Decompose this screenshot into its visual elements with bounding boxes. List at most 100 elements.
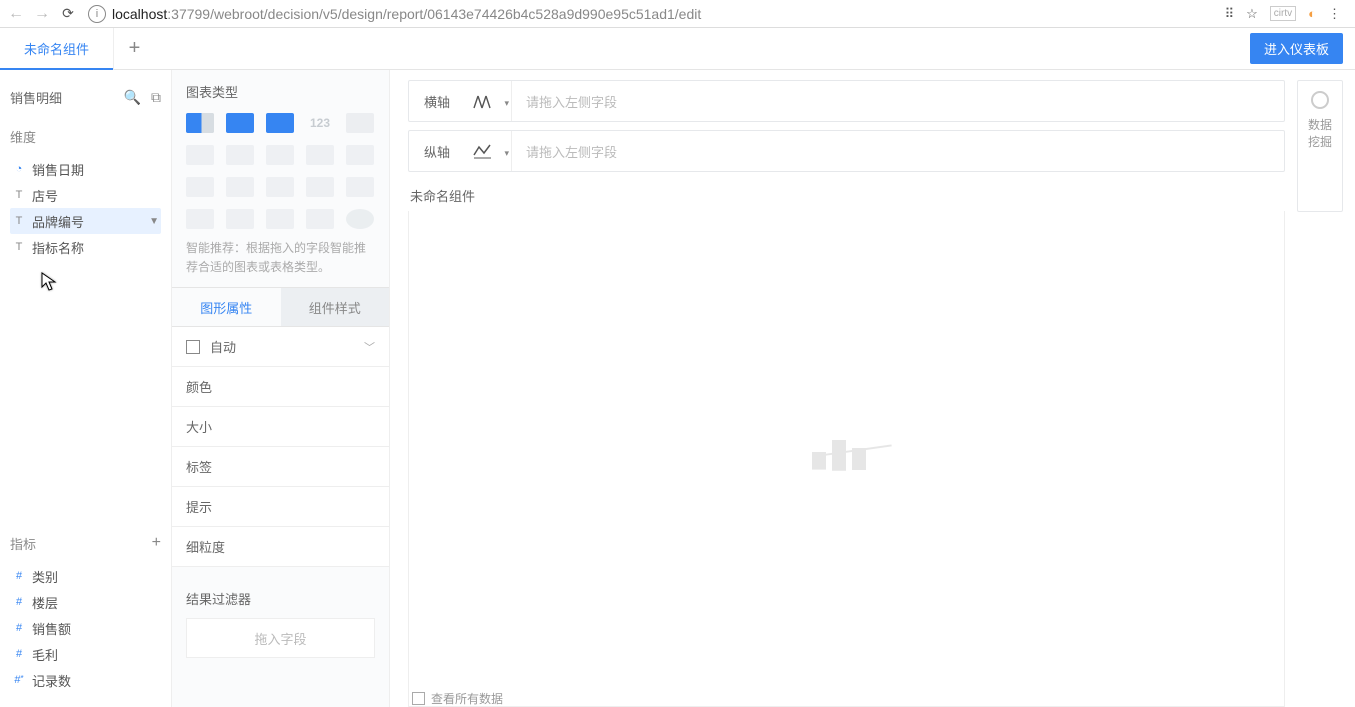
dimension-item[interactable]: T店号 bbox=[10, 182, 161, 208]
metric-item[interactable]: #类别 bbox=[10, 563, 161, 589]
search-icon[interactable]: 🔍 bbox=[124, 89, 141, 106]
menu-icon[interactable]: ⋮ bbox=[1328, 6, 1341, 22]
view-all-data[interactable]: 查看所有数据 bbox=[412, 690, 503, 707]
url-path: :37799/webroot/decision/v5/design/report… bbox=[167, 6, 701, 22]
reload-icon[interactable]: ⟳ bbox=[58, 5, 78, 22]
mining-icon bbox=[1311, 91, 1329, 109]
number-icon: # bbox=[12, 596, 26, 608]
chart-type-grid: 123 bbox=[172, 107, 389, 239]
y-axis-dropzone[interactable]: 请拖入左侧字段 bbox=[511, 131, 1284, 171]
chevron-down-icon[interactable]: ▾ bbox=[504, 148, 509, 159]
tabs-bar: 未命名组件 + 进入仪表板 bbox=[0, 28, 1355, 70]
chart-type-generic[interactable] bbox=[346, 177, 374, 197]
chart-type-generic[interactable] bbox=[266, 177, 294, 197]
browser-toolbar: ← → ⟳ i localhost:37799/webroot/decision… bbox=[0, 0, 1355, 28]
grid-icon[interactable]: ⧉ bbox=[151, 89, 161, 106]
tab-shape-properties[interactable]: 图形属性 bbox=[172, 288, 281, 326]
prop-auto[interactable]: 自动 ﹀ bbox=[172, 327, 389, 367]
x-axis-row[interactable]: 横轴 ▾ 请拖入左侧字段 bbox=[408, 80, 1285, 122]
chart-type-generic[interactable] bbox=[266, 145, 294, 165]
metric-list: #类别 #楼层 #销售额 #毛利 #*记录数 bbox=[10, 563, 161, 707]
text-icon: T bbox=[12, 215, 26, 227]
add-tab-button[interactable]: + bbox=[113, 28, 155, 70]
metric-item[interactable]: #销售额 bbox=[10, 615, 161, 641]
number-icon: #* bbox=[12, 674, 26, 686]
chart-type-generic[interactable] bbox=[186, 177, 214, 197]
chart-type-generic[interactable] bbox=[186, 209, 214, 229]
prop-color[interactable]: 颜色 bbox=[172, 367, 389, 407]
fields-panel: 销售明细 🔍 ⧉ 维度 ◔销售日期 T店号 T品牌编号▼ T指标名称 指标 + … bbox=[0, 70, 172, 707]
prop-fine[interactable]: 细粒度 bbox=[172, 527, 389, 567]
translate-icon[interactable]: ⠿ bbox=[1225, 6, 1235, 22]
property-tabs: 图形属性 组件样式 bbox=[172, 287, 389, 327]
number-icon: # bbox=[12, 570, 26, 582]
text-icon: T bbox=[12, 189, 26, 201]
square-icon bbox=[186, 340, 200, 354]
metric-item[interactable]: #楼层 bbox=[10, 589, 161, 615]
chart-type-generic[interactable] bbox=[346, 113, 374, 133]
metric-item[interactable]: #*记录数 bbox=[10, 667, 161, 693]
main-area: 销售明细 🔍 ⧉ 维度 ◔销售日期 T店号 T品牌编号▼ T指标名称 指标 + … bbox=[0, 70, 1355, 707]
checkbox-icon[interactable] bbox=[412, 692, 425, 705]
chart-type-generic[interactable] bbox=[306, 177, 334, 197]
number-icon: # bbox=[12, 622, 26, 634]
canvas-panel: 横轴 ▾ 请拖入左侧字段 纵轴 ▾ 请拖入左侧字段 未命名组件 bbox=[390, 70, 1355, 707]
chart-placeholder-icon bbox=[812, 437, 882, 481]
y-axis-row[interactable]: 纵轴 ▾ 请拖入左侧字段 bbox=[408, 130, 1285, 172]
chart-type-generic[interactable] bbox=[226, 145, 254, 165]
data-mining-button[interactable]: 数据挖掘 bbox=[1297, 80, 1343, 212]
chart-type-hint: 智能推荐：根据拖入的字段智能推荐合适的图表或表格类型。 bbox=[172, 239, 389, 287]
dimension-title: 维度 bbox=[10, 122, 161, 150]
enter-dashboard-button[interactable]: 进入仪表板 bbox=[1250, 33, 1343, 64]
x-axis-type-icon[interactable]: ▾ bbox=[465, 93, 501, 109]
url-host: localhost bbox=[112, 6, 167, 22]
chevron-down-icon[interactable]: ▾ bbox=[504, 98, 509, 109]
widget-name[interactable]: 未命名组件 bbox=[410, 186, 1283, 205]
brave-icon[interactable]: ◐ bbox=[1308, 6, 1316, 21]
widget-tab[interactable]: 未命名组件 bbox=[0, 28, 113, 70]
chart-canvas[interactable] bbox=[408, 211, 1285, 707]
add-metric-icon[interactable]: + bbox=[152, 534, 161, 552]
chart-type-group-table[interactable] bbox=[186, 113, 214, 133]
chart-config-panel: 图表类型 123 智能推荐：根据拖入的字段智能推荐合适的图表或表格类型。 bbox=[172, 70, 390, 707]
chevron-down-icon[interactable]: ▼ bbox=[149, 216, 159, 227]
url-bar[interactable]: i localhost:37799/webroot/decision/v5/de… bbox=[84, 5, 1219, 23]
filter-dropzone[interactable]: 拖入字段 bbox=[186, 618, 375, 658]
text-icon: T bbox=[12, 241, 26, 253]
number-icon: # bbox=[12, 648, 26, 660]
y-axis-type-icon[interactable]: ▾ bbox=[465, 143, 501, 159]
x-axis-label: 横轴 bbox=[409, 92, 465, 111]
chart-type-generic[interactable] bbox=[306, 209, 334, 229]
back-icon[interactable]: ← bbox=[6, 5, 26, 23]
dataset-name[interactable]: 销售明细 bbox=[10, 88, 62, 107]
prop-size[interactable]: 大小 bbox=[172, 407, 389, 447]
chart-type-pie[interactable] bbox=[346, 209, 374, 229]
tab-widget-style[interactable]: 组件样式 bbox=[281, 288, 390, 326]
metric-title: 指标 + bbox=[10, 529, 161, 557]
dimension-item[interactable]: T指标名称 bbox=[10, 234, 161, 260]
chart-type-kpi[interactable]: 123 bbox=[306, 113, 334, 133]
chart-type-detail-table[interactable] bbox=[266, 113, 294, 133]
chart-type-generic[interactable] bbox=[266, 209, 294, 229]
ext-icon[interactable]: cirtv bbox=[1270, 6, 1296, 21]
chart-type-generic[interactable] bbox=[346, 145, 374, 165]
chart-type-generic[interactable] bbox=[226, 177, 254, 197]
dimension-item[interactable]: T品牌编号▼ bbox=[10, 208, 161, 234]
dimension-item[interactable]: ◔销售日期 bbox=[10, 156, 161, 182]
clock-icon: ◔ bbox=[12, 163, 26, 175]
metric-item[interactable]: #毛利 bbox=[10, 641, 161, 667]
chart-type-generic[interactable] bbox=[186, 145, 214, 165]
y-axis-label: 纵轴 bbox=[409, 142, 465, 161]
chart-type-generic[interactable] bbox=[226, 209, 254, 229]
chart-type-title: 图表类型 bbox=[172, 70, 389, 107]
forward-icon[interactable]: → bbox=[32, 5, 52, 23]
chart-type-cross-table[interactable] bbox=[226, 113, 254, 133]
prop-label[interactable]: 标签 bbox=[172, 447, 389, 487]
x-axis-dropzone[interactable]: 请拖入左侧字段 bbox=[511, 81, 1284, 121]
chevron-down-icon[interactable]: ﹀ bbox=[364, 339, 375, 355]
filter-title: 结果过滤器 bbox=[186, 589, 375, 608]
prop-tip[interactable]: 提示 bbox=[172, 487, 389, 527]
star-icon[interactable]: ☆ bbox=[1246, 6, 1258, 22]
chart-type-generic[interactable] bbox=[306, 145, 334, 165]
info-icon[interactable]: i bbox=[88, 5, 106, 23]
